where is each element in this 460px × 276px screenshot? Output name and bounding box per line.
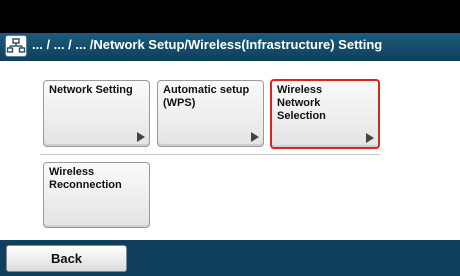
page-title: ... / ... / ... /Network Setup/Wireless(… — [32, 37, 383, 52]
arrow-right-icon — [137, 132, 145, 142]
tile-label: Automatic setup (WPS) — [163, 84, 250, 109]
network-setting-button[interactable]: Network Setting — [43, 80, 150, 147]
tile-label: Network Setting — [49, 84, 133, 96]
divider — [40, 154, 380, 155]
tile-label: Wireless Reconnection — [49, 166, 122, 191]
automatic-setup-wps-button[interactable]: Automatic setup (WPS) — [157, 80, 264, 147]
arrow-right-icon — [366, 133, 374, 143]
menu-area: Network Setting Automatic setup (WPS) Wi… — [0, 61, 460, 240]
back-button[interactable]: Back — [6, 245, 127, 272]
wireless-reconnection-button[interactable]: Wireless Reconnection — [43, 162, 150, 228]
network-icon — [5, 35, 27, 57]
wireless-network-selection-button[interactable]: Wireless Network Selection — [270, 79, 380, 149]
bottom-bar: Back — [0, 240, 460, 276]
arrow-right-icon — [251, 132, 259, 142]
title-bar: ... / ... / ... /Network Setup/Wireless(… — [0, 33, 460, 61]
top-black-bar — [0, 0, 460, 33]
tile-label: Wireless Network Selection — [277, 84, 326, 122]
